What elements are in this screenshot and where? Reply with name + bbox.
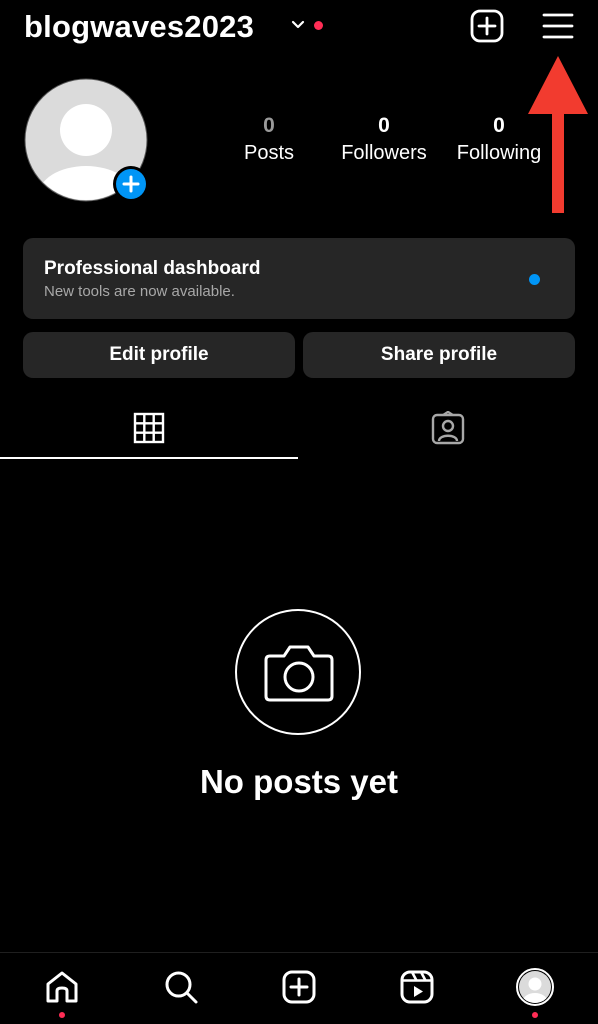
add-story-icon[interactable] [112, 165, 150, 203]
following-count: 0 [493, 114, 505, 137]
dashboard-title: Professional dashboard [44, 258, 261, 279]
active-tab-indicator [0, 457, 298, 459]
professional-dashboard-card[interactable]: Professional dashboard New tools are now… [23, 238, 575, 319]
menu-icon[interactable] [541, 11, 575, 41]
posts-label: Posts [243, 142, 295, 164]
no-posts-text: No posts yet [199, 763, 399, 800]
profile-icon[interactable] [516, 968, 554, 1006]
tagged-icon[interactable] [431, 411, 465, 445]
notification-dot [314, 21, 323, 30]
profile-notification-dot [532, 1012, 538, 1018]
grid-icon[interactable] [133, 412, 165, 444]
stat-following[interactable]: 0 Following [444, 114, 554, 166]
followers-count: 0 [378, 114, 390, 137]
following-label: Following [456, 142, 542, 164]
profile-username[interactable]: blogwaves2023 [24, 8, 254, 46]
posts-count: 0 [263, 114, 275, 137]
followers-label: Followers [341, 142, 427, 164]
create-icon[interactable] [280, 968, 318, 1006]
dashboard-subtitle: New tools are now available. [44, 283, 235, 300]
new-indicator-dot [529, 274, 540, 285]
stat-posts: 0 Posts [214, 114, 324, 166]
home-icon[interactable] [43, 968, 81, 1006]
new-post-icon[interactable] [469, 8, 505, 44]
edit-profile-button[interactable]: Edit profile [23, 332, 295, 378]
stat-followers[interactable]: 0 Followers [329, 114, 439, 166]
chevron-down-icon[interactable] [290, 17, 306, 33]
camera-icon [264, 645, 334, 702]
home-notification-dot [59, 1012, 65, 1018]
share-profile-button[interactable]: Share profile [303, 332, 575, 378]
bottom-nav-divider [0, 952, 598, 953]
search-icon[interactable] [162, 968, 200, 1006]
reels-icon[interactable] [398, 968, 436, 1006]
